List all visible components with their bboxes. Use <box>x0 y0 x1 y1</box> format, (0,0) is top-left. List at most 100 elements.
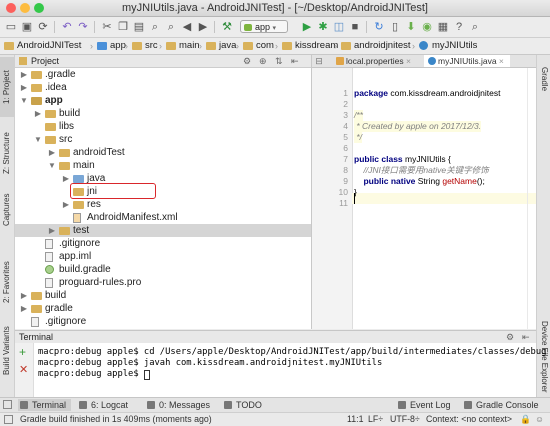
tool-tab-build-variants[interactable]: Build Variants <box>0 317 14 385</box>
tool-tab-gradle[interactable]: Gradle <box>537 59 550 99</box>
bottom-tab-messages[interactable]: 0: Messages <box>145 399 210 411</box>
scroll-from-source-icon[interactable]: ⊕ <box>259 55 267 67</box>
breadcrumb-item[interactable]: java <box>206 39 236 53</box>
forward-icon[interactable]: ▶ <box>196 20 210 34</box>
file-encoding[interactable]: UTF-8÷ <box>390 413 420 426</box>
tree-item[interactable]: app.iml <box>15 250 311 263</box>
tree-item[interactable]: ▶ res <box>15 198 311 211</box>
search-everywhere-icon[interactable]: ⌕ <box>468 20 482 34</box>
breadcrumb-item[interactable]: androidjnitest <box>341 39 411 53</box>
close-window-button[interactable] <box>6 3 16 13</box>
chevron-down-icon[interactable]: ▼ <box>19 94 29 107</box>
tree-item[interactable]: ▼ src <box>15 133 311 146</box>
bottom-tab-todo[interactable]: TODO <box>222 399 262 411</box>
debug-icon[interactable]: ✱ <box>316 20 330 34</box>
zoom-window-button[interactable] <box>34 3 44 13</box>
breadcrumb-item[interactable]: src <box>132 39 158 53</box>
new-session-icon[interactable]: + <box>19 345 26 359</box>
breadcrumb-item[interactable]: AndroidJNITest <box>4 39 81 53</box>
bottom-tab-terminal[interactable]: Terminal <box>18 399 72 411</box>
editor-tab-local-properties[interactable]: local.properties × <box>332 55 417 67</box>
tool-tab-project[interactable]: 1: Project <box>0 57 14 117</box>
tree-item[interactable]: .gitignore <box>15 237 311 250</box>
tree-item[interactable]: ▼ main <box>15 159 311 172</box>
tree-item[interactable]: libs <box>15 120 311 133</box>
tree-item[interactable]: proguard-rules.pro <box>15 276 311 289</box>
android-device-monitor-icon[interactable]: ◉ <box>420 20 434 34</box>
editor-tab-myjniutils[interactable]: myJNIUtils.java × <box>424 55 510 67</box>
avd-manager-icon[interactable]: ▯ <box>388 20 402 34</box>
tool-tab-structure[interactable]: Z: Structure <box>0 123 14 183</box>
paste-icon[interactable]: ▤ <box>132 20 146 34</box>
tool-window-toggle-icon[interactable] <box>3 400 12 409</box>
chevron-right-icon[interactable]: ▶ <box>61 198 71 211</box>
chevron-right-icon[interactable]: ▶ <box>47 146 57 159</box>
chevron-down-icon[interactable]: ▼ <box>47 159 57 172</box>
chevron-right-icon[interactable]: ▶ <box>19 68 29 81</box>
tree-item[interactable]: ▶ java <box>15 172 311 185</box>
run-icon[interactable]: ▶ <box>300 20 314 34</box>
attach-debugger-icon[interactable]: ◫ <box>332 20 346 34</box>
breadcrumb-item[interactable]: app <box>97 39 126 53</box>
collapse-all-icon[interactable]: ⇅ <box>275 55 283 67</box>
tree-item[interactable]: ▶ .gradle <box>15 68 311 81</box>
tree-item[interactable]: build.gradle <box>15 263 311 276</box>
tree-item[interactable]: AndroidManifest.xml <box>15 211 311 224</box>
copy-icon[interactable]: ❐ <box>116 20 130 34</box>
minimize-window-button[interactable] <box>20 3 30 13</box>
tree-item[interactable]: ▶ build <box>15 289 311 302</box>
breadcrumb-item[interactable]: main <box>166 39 200 53</box>
hide-panel-icon[interactable]: ⇤ <box>522 331 530 343</box>
find-icon[interactable]: ⌕ <box>148 20 162 34</box>
make-project-icon[interactable]: ⚒ <box>220 20 234 34</box>
chevron-right-icon[interactable]: ▶ <box>19 289 29 302</box>
settings-gear-icon[interactable]: ⚙ <box>243 55 251 67</box>
tree-item[interactable]: ▶ .idea <box>15 81 311 94</box>
inspector-icon[interactable]: ☺ <box>535 413 544 426</box>
tool-tab-captures[interactable]: Captures <box>0 187 14 232</box>
run-config-dropdown[interactable]: app ▾ <box>240 20 288 33</box>
breadcrumb-item[interactable]: kissdream <box>282 39 338 53</box>
bottom-tab-logcat[interactable]: 6: Logcat <box>77 399 128 411</box>
redo-icon[interactable]: ↷ <box>76 20 90 34</box>
project-structure-icon[interactable]: ▦ <box>436 20 450 34</box>
chevron-right-icon[interactable]: ▶ <box>47 224 57 237</box>
chevron-down-icon[interactable]: ▼ <box>33 133 43 146</box>
line-separator[interactable]: LF÷ <box>368 413 383 426</box>
tree-item[interactable]: jni <box>15 185 311 198</box>
tool-tab-favorites[interactable]: 2: Favorites <box>0 253 14 311</box>
terminal-output[interactable]: macpro:debug apple$ cd /Users/apple/Desk… <box>34 343 546 397</box>
stop-icon[interactable]: ■ <box>348 20 362 34</box>
chevron-right-icon[interactable]: ▶ <box>33 107 43 120</box>
breadcrumb-item[interactable]: com <box>243 39 274 53</box>
open-folder-icon[interactable]: ▭ <box>4 20 18 34</box>
tree-item[interactable]: ▶ test <box>15 224 311 237</box>
tree-item[interactable]: ▶ build <box>15 107 311 120</box>
bottom-tab-event-log[interactable]: Event Log <box>396 399 451 411</box>
replace-icon[interactable]: ⌕ <box>164 20 178 34</box>
cut-icon[interactable]: ✂ <box>100 20 114 34</box>
lock-icon[interactable]: 🔒 <box>520 413 531 426</box>
hide-panel-icon[interactable]: ⇤ <box>291 55 299 67</box>
tree-item[interactable]: ▶ androidTest <box>15 146 311 159</box>
breadcrumb-item[interactable]: myJNIUtils <box>419 39 477 53</box>
close-session-icon[interactable]: ✕ <box>19 363 28 376</box>
tree-item[interactable]: ▼ app <box>15 94 311 107</box>
tree-item[interactable]: ▶ gradle <box>15 302 311 315</box>
bottom-tab-gradle-console[interactable]: Gradle Console <box>462 399 539 411</box>
sync-icon[interactable]: ⟳ <box>36 20 50 34</box>
chevron-right-icon[interactable]: ▶ <box>61 172 71 185</box>
chevron-right-icon[interactable]: ▶ <box>19 81 29 94</box>
chevron-right-icon[interactable]: ▶ <box>19 302 29 315</box>
undo-icon[interactable]: ↶ <box>60 20 74 34</box>
back-icon[interactable]: ◀ <box>180 20 194 34</box>
tree-item[interactable]: .gitignore <box>15 315 311 328</box>
caret-position[interactable]: 11:1 <box>347 413 363 426</box>
save-icon[interactable]: ▣ <box>20 20 34 34</box>
settings-gear-icon[interactable]: ⚙ <box>506 331 514 343</box>
help-icon[interactable]: ? <box>452 20 466 34</box>
tab-scroll-icon[interactable]: ⊟ <box>312 55 326 67</box>
code-editor[interactable]: 1 2 3 4 5 6 7 8 9 10 11 package com.kissdream.andr… <box>312 68 536 329</box>
gradle-sync-icon[interactable]: ↻ <box>372 20 386 34</box>
sdk-manager-icon[interactable]: ⬇ <box>404 20 418 34</box>
